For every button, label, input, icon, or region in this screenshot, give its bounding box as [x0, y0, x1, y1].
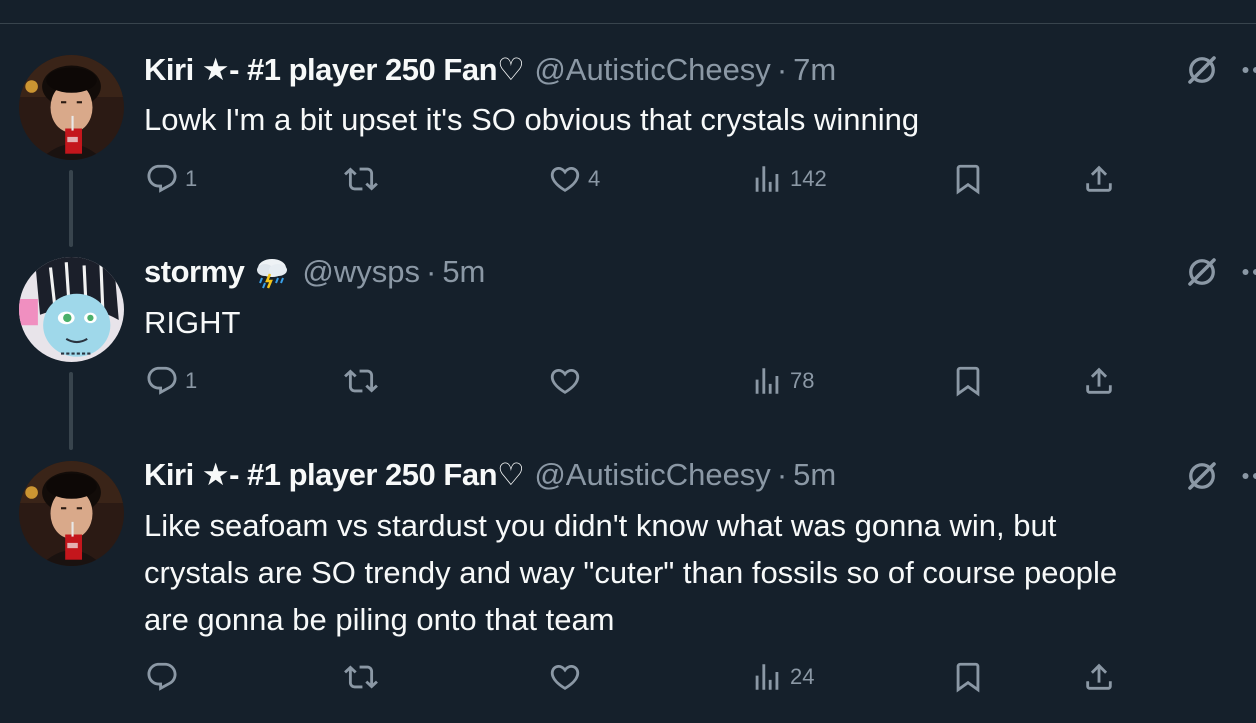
reply-count: 1: [185, 166, 198, 191]
timestamp[interactable]: 5m: [442, 252, 485, 292]
retweet-icon: [344, 162, 378, 196]
handle[interactable]: @wysps: [302, 252, 420, 292]
like-icon: [548, 162, 582, 196]
tweet-header: Kiri ★- #1 player 250 Fan♡ @AutisticChee…: [144, 455, 836, 495]
timestamp[interactable]: 7m: [793, 50, 836, 90]
avatar[interactable]: [19, 55, 124, 160]
retweet-button[interactable]: [344, 657, 384, 697]
top-divider: [0, 23, 1256, 24]
reply-icon: [145, 660, 179, 694]
retweet-button[interactable]: [344, 159, 384, 199]
tweet-text-line: are gonna be piling onto that team: [144, 602, 615, 637]
tweet-text-line: crystals are SO trendy and way "cuter" t…: [144, 555, 1118, 590]
grok-icon[interactable]: [1184, 458, 1220, 494]
tweet-text: RIGHT: [144, 305, 241, 340]
views-button[interactable]: 24: [750, 657, 814, 697]
reply-icon: [145, 162, 179, 196]
bookmark-icon: [951, 660, 985, 694]
views-icon: [750, 660, 784, 694]
like-count: 4: [588, 166, 601, 191]
timestamp[interactable]: 5m: [793, 455, 836, 495]
reply-count: 1: [185, 368, 198, 393]
retweet-icon: [344, 364, 378, 398]
like-icon: [548, 660, 582, 694]
tweet-text: Lowk I'm a bit upset it's SO obvious tha…: [144, 102, 920, 137]
share-icon: [1082, 162, 1116, 196]
share-icon: [1082, 660, 1116, 694]
tweet-text-line: Like seafoam vs stardust you didn't know…: [144, 508, 1057, 543]
like-icon: [548, 364, 582, 398]
display-name[interactable]: Kiri ★- #1 player 250 Fan♡: [144, 455, 525, 495]
separator: ·: [776, 457, 788, 492]
share-button[interactable]: [1082, 361, 1116, 401]
tweet-text: Like seafoam vs stardust you didn't know…: [144, 502, 1224, 643]
views-button[interactable]: 78: [750, 361, 814, 401]
action-bar: 1 4 142: [0, 159, 1256, 199]
action-bar: 24: [0, 657, 1256, 697]
more-icon[interactable]: [1238, 52, 1256, 88]
retweet-icon: [344, 660, 378, 694]
avatar[interactable]: [19, 461, 124, 566]
reply-button[interactable]: [145, 657, 185, 697]
views-icon: [750, 364, 784, 398]
more-icon[interactable]: [1238, 458, 1256, 494]
bookmark-button[interactable]: [951, 657, 985, 697]
tweet-header: stormy @wysps · 5m: [144, 252, 485, 292]
separator: ·: [776, 52, 788, 87]
like-button[interactable]: [548, 657, 588, 697]
reply-button[interactable]: 1: [145, 361, 197, 401]
action-bar: 1 78: [0, 361, 1256, 401]
views-count: 24: [790, 664, 815, 689]
views-icon: [750, 162, 784, 196]
tweet-header: Kiri ★- #1 player 250 Fan♡ @AutisticChee…: [144, 50, 836, 90]
reply-icon: [145, 364, 179, 398]
reply-button[interactable]: 1: [145, 159, 197, 199]
grok-icon[interactable]: [1184, 52, 1220, 88]
display-name[interactable]: stormy: [144, 252, 245, 292]
retweet-button[interactable]: [344, 361, 384, 401]
like-button[interactable]: 4: [548, 159, 600, 199]
views-count: 78: [790, 368, 815, 393]
grok-icon[interactable]: [1184, 254, 1220, 290]
handle[interactable]: @AutisticCheesy: [534, 50, 771, 90]
avatar[interactable]: [19, 257, 124, 362]
display-name[interactable]: Kiri ★- #1 player 250 Fan♡: [144, 50, 525, 90]
cloud-lightning-rain-emoji: [252, 252, 292, 292]
more-icon[interactable]: [1238, 254, 1256, 290]
bookmark-button[interactable]: [951, 361, 985, 401]
views-count: 142: [790, 166, 827, 191]
bookmark-icon: [951, 364, 985, 398]
views-button[interactable]: 142: [750, 159, 827, 199]
like-button[interactable]: [548, 361, 588, 401]
share-button[interactable]: [1082, 657, 1116, 697]
bookmark-button[interactable]: [951, 159, 985, 199]
share-icon: [1082, 364, 1116, 398]
separator: ·: [425, 254, 437, 289]
bookmark-icon: [951, 162, 985, 196]
share-button[interactable]: [1082, 159, 1116, 199]
handle[interactable]: @AutisticCheesy: [534, 455, 771, 495]
